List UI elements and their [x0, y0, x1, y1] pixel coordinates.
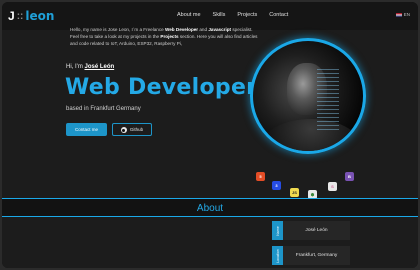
hero-section: Hi, I'm José León Web Developer based in…: [2, 30, 418, 199]
javascript-icon: JS: [290, 188, 299, 197]
sass-icon: S: [328, 182, 337, 191]
logo-name: leon: [25, 9, 55, 23]
info-value: José León: [283, 221, 350, 240]
about-text-part: Hello, my name is Jose Leon, I´m a Freel…: [70, 27, 164, 32]
logo[interactable]: J :: leon: [8, 9, 54, 23]
about-text-bold: Javascript: [208, 27, 232, 32]
info-tag: Name: [272, 221, 283, 240]
github-label: Github: [129, 127, 144, 132]
hero-title: Web Developer: [65, 75, 258, 100]
hero-location: based in Frankfurt Germany: [66, 106, 141, 112]
nav-menu: About me Skills Projects Contact: [177, 12, 288, 18]
portrait-shoulders: [263, 119, 359, 151]
nav-link-contact[interactable]: Contact: [269, 12, 288, 18]
info-tag: Location: [272, 246, 283, 265]
info-row-location: Location Frankfurt, Germany: [272, 246, 350, 265]
language-switcher[interactable]: EN: [395, 12, 410, 17]
github-button[interactable]: Github: [112, 123, 152, 136]
logo-separator: ::: [16, 10, 24, 22]
info-row-name: Name José León: [272, 221, 350, 240]
about-header: About: [2, 198, 418, 217]
nav-link-about[interactable]: About me: [177, 12, 201, 18]
portrait-code-overlay: [317, 69, 339, 131]
css3-icon: 3: [272, 181, 281, 190]
profile-portrait: [250, 38, 366, 154]
browser-frame: J :: leon About me Skills Projects Conta…: [2, 2, 418, 268]
github-icon: [120, 126, 127, 133]
greeting-prefix: Hi, I'm: [66, 64, 83, 70]
greeting: Hi, I'm José León: [66, 64, 114, 70]
info-tag-label: Location: [275, 248, 280, 263]
language-label: EN: [403, 12, 410, 17]
logo-mark: J: [8, 9, 15, 23]
about-text-bold: Web Developer: [164, 27, 199, 32]
about-section: [2, 217, 418, 268]
nav-link-projects[interactable]: Projects: [237, 12, 257, 18]
flag-icon: [395, 12, 402, 17]
nav-link-skills[interactable]: Skills: [213, 12, 226, 18]
about-title: About: [196, 203, 224, 214]
info-value: Frankfurt, Germany: [283, 246, 350, 265]
greeting-name: José León: [84, 64, 115, 70]
info-tag-label: Name: [275, 225, 280, 236]
about-text-part: and: [199, 27, 208, 32]
about-text: Hello, my name is Jose Leon, I´m a Freel…: [70, 26, 260, 48]
html5-icon: 5: [256, 172, 265, 181]
contact-button[interactable]: Contact me: [66, 123, 107, 136]
bootstrap-icon: B: [345, 172, 354, 181]
about-text-bold: Projects: [160, 34, 179, 40]
